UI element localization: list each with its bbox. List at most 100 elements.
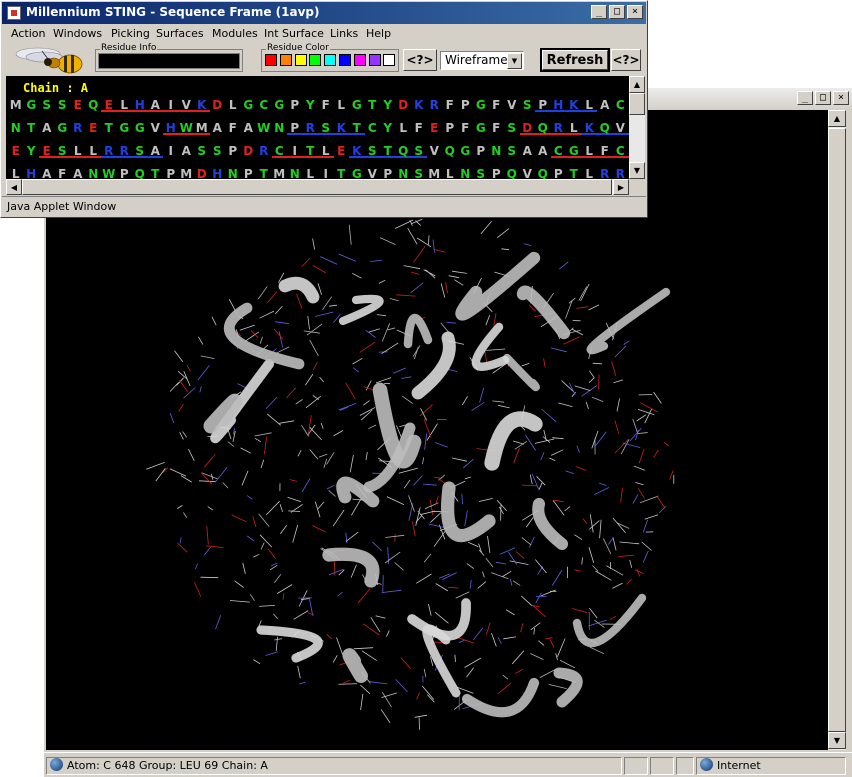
residue[interactable]: K: [334, 121, 350, 135]
residue[interactable]: F: [318, 98, 334, 112]
residue[interactable]: S: [318, 121, 334, 135]
residue[interactable]: P: [117, 167, 133, 179]
menu-int-surface[interactable]: Int Surface: [264, 27, 324, 40]
residue[interactable]: K: [566, 98, 582, 112]
residue[interactable]: L: [303, 167, 319, 179]
sequence-row[interactable]: NTAGRETGGVHWMAFAWNPRSKTCYLFEPFGFSDQRLKQV…: [8, 121, 629, 135]
residue[interactable]: L: [582, 144, 598, 158]
minimize-button[interactable]: _: [797, 91, 813, 105]
residue[interactable]: L: [582, 98, 598, 112]
residue[interactable]: P: [163, 167, 179, 179]
residue[interactable]: T: [380, 144, 396, 158]
residue[interactable]: S: [39, 98, 55, 112]
residue[interactable]: A: [241, 121, 257, 135]
residue[interactable]: T: [256, 167, 272, 179]
residue[interactable]: I: [287, 144, 303, 158]
residue[interactable]: R: [597, 167, 613, 179]
vertical-scrollbar[interactable]: ▲ ▼: [828, 110, 846, 750]
residue[interactable]: K: [194, 98, 210, 112]
residue[interactable]: K: [411, 98, 427, 112]
scroll-up-icon[interactable]: ▲: [828, 110, 846, 127]
residue[interactable]: S: [194, 144, 210, 158]
residue[interactable]: G: [458, 144, 474, 158]
residue[interactable]: A: [535, 144, 551, 158]
residue[interactable]: A: [148, 98, 164, 112]
residue[interactable]: W: [179, 121, 195, 135]
residue[interactable]: F: [442, 98, 458, 112]
sequence-horizontal-scrollbar[interactable]: ◀ ▶: [6, 179, 629, 195]
residue[interactable]: Q: [504, 167, 520, 179]
residue[interactable]: Q: [442, 144, 458, 158]
close-button[interactable]: ×: [627, 5, 643, 19]
scroll-down-icon[interactable]: ▼: [629, 162, 645, 179]
residue[interactable]: T: [24, 121, 40, 135]
residue[interactable]: Y: [380, 121, 396, 135]
residue[interactable]: P: [287, 121, 303, 135]
residue[interactable]: N: [489, 144, 505, 158]
residue-color-swatch[interactable]: [324, 54, 337, 66]
residue[interactable]: V: [504, 98, 520, 112]
residue[interactable]: A: [70, 167, 86, 179]
menu-help[interactable]: Help: [366, 27, 391, 40]
sequence-panel[interactable]: Chain : A MGSSEQELHAIVKDLGCGPYFLGTYDKRFP…: [6, 76, 629, 179]
residue[interactable]: S: [504, 144, 520, 158]
residue[interactable]: G: [349, 167, 365, 179]
refresh-button[interactable]: Refresh: [540, 48, 610, 72]
menu-windows[interactable]: Windows: [53, 27, 102, 40]
residue[interactable]: W: [256, 121, 272, 135]
scroll-right-icon[interactable]: ▶: [613, 179, 629, 195]
residue[interactable]: R: [117, 144, 133, 158]
scroll-thumb[interactable]: [629, 93, 645, 115]
menu-action[interactable]: Action: [11, 27, 45, 40]
residue[interactable]: F: [597, 144, 613, 158]
residue[interactable]: G: [55, 121, 71, 135]
residue[interactable]: P: [458, 98, 474, 112]
sequence-row[interactable]: MGSSEQELHAIVKDLGCGPYFLGTYDKRFPGFVSPHKLAC…: [8, 98, 629, 112]
residue[interactable]: D: [241, 144, 257, 158]
sequence-help-button[interactable]: <?>: [403, 49, 437, 71]
residue[interactable]: P: [442, 121, 458, 135]
residue[interactable]: L: [8, 167, 24, 179]
residue[interactable]: Q: [597, 121, 613, 135]
residue[interactable]: P: [380, 167, 396, 179]
residue[interactable]: D: [210, 98, 226, 112]
residue[interactable]: R: [427, 98, 443, 112]
sequence-row[interactable]: EYESLLRRSAIASSPDRCITLEKSTQSVQGPNSAACGLFC…: [8, 144, 629, 158]
menu-picking[interactable]: Picking: [111, 27, 150, 40]
residue[interactable]: E: [427, 121, 443, 135]
residue[interactable]: S: [520, 98, 536, 112]
residue[interactable]: T: [566, 167, 582, 179]
residue[interactable]: G: [241, 98, 257, 112]
residue[interactable]: P: [241, 167, 257, 179]
residue[interactable]: Y: [24, 144, 40, 158]
residue[interactable]: G: [132, 121, 148, 135]
residue[interactable]: R: [551, 121, 567, 135]
residue[interactable]: V: [148, 121, 164, 135]
help-button[interactable]: <?>: [611, 49, 641, 71]
residue[interactable]: S: [132, 144, 148, 158]
residue[interactable]: S: [365, 144, 381, 158]
sequence-vertical-scrollbar[interactable]: ▲ ▼: [629, 76, 645, 179]
residue[interactable]: T: [365, 98, 381, 112]
scroll-down-icon[interactable]: ▼: [828, 732, 846, 749]
residue[interactable]: D: [396, 98, 412, 112]
residue[interactable]: A: [39, 121, 55, 135]
residue[interactable]: N: [287, 167, 303, 179]
residue[interactable]: E: [70, 98, 86, 112]
scroll-thumb[interactable]: [828, 128, 846, 732]
residue[interactable]: T: [334, 167, 350, 179]
residue[interactable]: R: [613, 167, 629, 179]
residue-color-swatch[interactable]: [339, 54, 351, 66]
residue[interactable]: A: [39, 167, 55, 179]
residue[interactable]: D: [520, 121, 536, 135]
residue[interactable]: Y: [303, 98, 319, 112]
residue[interactable]: Q: [132, 167, 148, 179]
residue[interactable]: I: [163, 144, 179, 158]
residue[interactable]: S: [411, 144, 427, 158]
residue[interactable]: E: [334, 144, 350, 158]
residue-color-swatch[interactable]: [279, 54, 292, 66]
residue[interactable]: C: [272, 144, 288, 158]
residue[interactable]: C: [365, 121, 381, 135]
sequence-row[interactable]: LHAFANWPQTPMDHNPTMNLITGVPNSMLNSPQVQPTLRR…: [8, 167, 629, 179]
residue[interactable]: A: [210, 121, 226, 135]
